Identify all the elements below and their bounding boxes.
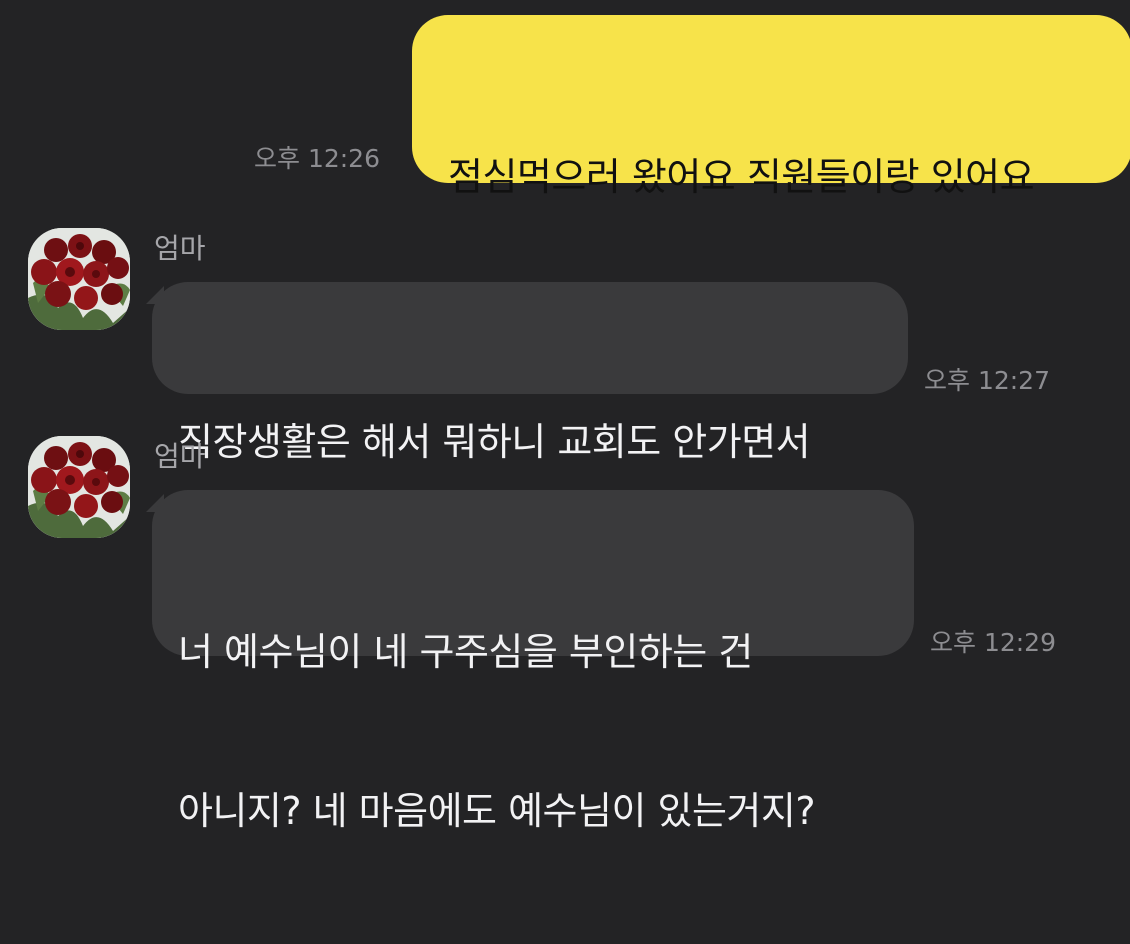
- incoming-message-bubble[interactable]: 너 예수님이 네 구주심을 부인하는 건 아니지? 네 마음에도 예수님이 있는…: [152, 490, 914, 833]
- message-text-line: 아니지? 네 마음에도 예수님이 있는거지?: [178, 789, 816, 833]
- sender-name: 엄마: [154, 232, 206, 265]
- sender-name: 엄마: [154, 440, 206, 473]
- incoming-message-bubble[interactable]: 직장생활은 해서 뭐하니 교회도 안가면서: [152, 282, 908, 464]
- message-text-line: 직장생활은 해서 뭐하니 교회도 안가면서: [178, 420, 811, 464]
- message-timestamp: 오후 12:27: [924, 366, 1050, 395]
- message-text-line: 점심먹으러 왔어요 직원들이랑 있어요: [448, 155, 1035, 199]
- red-roses-avatar-icon[interactable]: [28, 436, 130, 538]
- message-text-line: 너 예수님이 네 구주심을 부인하는 건: [178, 630, 753, 674]
- message-timestamp: 오후 12:29: [930, 628, 1056, 657]
- red-roses-avatar-icon[interactable]: [28, 228, 130, 330]
- outgoing-message-bubble[interactable]: 점심먹으러 왔어요 직원들이랑 있어요 저녁에 얘기해요: [412, 15, 1130, 358]
- message-timestamp: 오후 12:26: [254, 144, 380, 173]
